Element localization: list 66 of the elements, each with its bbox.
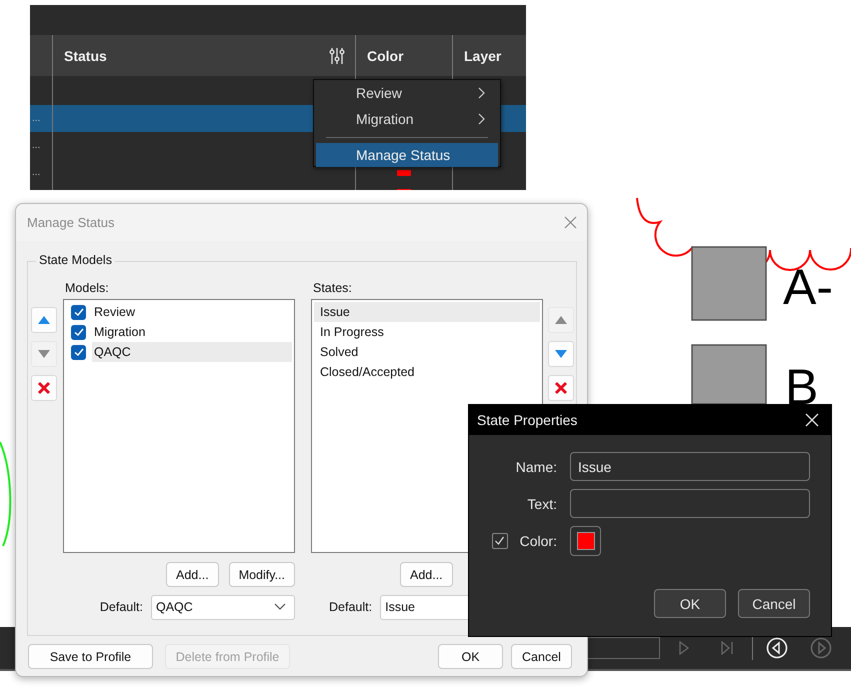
move-up-button[interactable] xyxy=(31,307,57,333)
name-field[interactable]: Issue xyxy=(570,452,810,481)
chevron-down-icon xyxy=(274,603,286,611)
column-header[interactable]: Layer xyxy=(452,35,526,76)
checkbox[interactable] xyxy=(492,532,508,548)
checkbox[interactable] xyxy=(71,324,86,340)
checkbox[interactable] xyxy=(71,344,86,360)
delete-icon xyxy=(37,381,51,395)
move-down-button[interactable] xyxy=(548,341,574,367)
ellipsis-text: ... xyxy=(32,113,40,124)
drawing-label: A- xyxy=(783,262,833,312)
play-icon[interactable] xyxy=(678,641,690,655)
group-title: State Models xyxy=(36,253,115,267)
action-button[interactable]: Modify... xyxy=(228,562,295,587)
list-item[interactable]: Closed/Accepted xyxy=(314,362,540,382)
text-field[interactable] xyxy=(570,489,810,518)
skip-end-icon[interactable] xyxy=(720,641,734,655)
menu-item[interactable]: Review xyxy=(316,81,498,105)
previous-icon[interactable] xyxy=(766,637,788,659)
dialog-button[interactable]: Save to Profile xyxy=(28,644,153,669)
delete-button[interactable] xyxy=(548,375,574,401)
list-label: States: xyxy=(312,281,353,295)
checkmark-icon xyxy=(72,346,84,358)
chevron-right-icon xyxy=(478,113,486,125)
triangle-down-icon xyxy=(37,349,51,359)
field-label: Color: xyxy=(520,532,557,548)
field-label: Name: xyxy=(516,458,557,474)
delete-icon xyxy=(554,381,568,395)
triangle-up-icon xyxy=(37,315,51,325)
field-label: Default: xyxy=(329,600,372,614)
column-header[interactable]: Color xyxy=(355,35,452,76)
window-title: State Properties xyxy=(477,412,578,428)
checkbox[interactable] xyxy=(71,304,86,320)
column-header[interactable]: Status xyxy=(64,48,107,64)
checkmark-icon xyxy=(72,326,84,338)
list-item[interactable]: Review xyxy=(92,302,292,322)
dialog-button[interactable]: Cancel xyxy=(738,589,810,618)
field-label: Text: xyxy=(527,496,557,512)
list-item[interactable]: In Progress xyxy=(314,322,540,342)
checkmark-icon xyxy=(72,306,84,318)
drawing-label: B xyxy=(785,362,818,412)
list-label: Models: xyxy=(64,281,110,295)
triangle-up-icon xyxy=(554,315,568,325)
triangle-down-icon xyxy=(554,349,568,359)
chevron-right-icon xyxy=(478,87,486,99)
color-picker-button[interactable] xyxy=(570,526,601,556)
field-label: Default: xyxy=(100,600,143,614)
filter-icon[interactable] xyxy=(329,46,345,66)
menu-item[interactable]: Migration xyxy=(316,107,498,131)
action-button[interactable]: Add... xyxy=(166,562,219,587)
ellipsis-text: ... xyxy=(32,167,40,178)
dialog-button[interactable]: OK xyxy=(438,644,503,669)
list-item[interactable]: Issue xyxy=(314,302,540,322)
menu-item[interactable]: Manage Status xyxy=(316,143,498,167)
list-item[interactable]: Migration xyxy=(92,322,292,342)
delete-button[interactable] xyxy=(31,375,57,401)
ellipsis-text: ... xyxy=(32,140,40,151)
dropdown[interactable]: QAQC xyxy=(151,594,295,620)
list-item[interactable]: Solved xyxy=(314,342,540,362)
action-button[interactable]: Add... xyxy=(400,562,453,587)
checkmark-icon xyxy=(494,535,506,546)
next-icon[interactable] xyxy=(810,637,832,659)
dialog-button[interactable]: Cancel xyxy=(511,644,572,669)
dialog-button[interactable]: OK xyxy=(654,589,726,618)
window-title: Manage Status xyxy=(27,215,114,230)
list-item[interactable]: QAQC xyxy=(92,342,292,362)
